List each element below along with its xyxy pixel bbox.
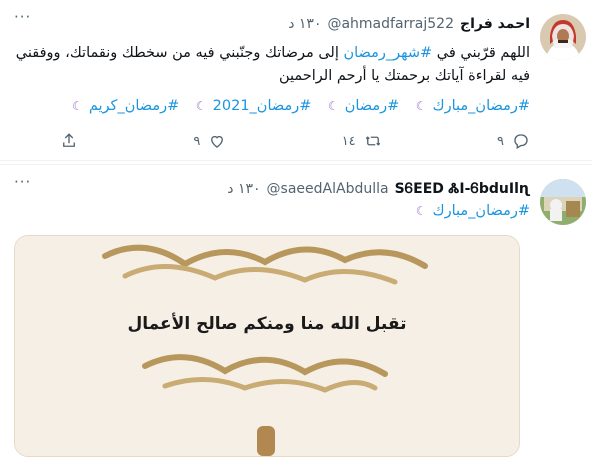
avatar[interactable]: [540, 14, 586, 60]
retweet-count: ١٤: [341, 133, 356, 149]
tweet-image[interactable]: تقبل الله منا ومنكم صالح الأعمال: [14, 235, 520, 457]
hashtag-list: #رمضان_مبارك☾ #رمضان☾ #رمضان_2021☾ #رمضا…: [14, 98, 530, 114]
crescent-moon-icon: ☾: [195, 99, 207, 113]
crescent-moon-icon: ☾: [415, 204, 427, 218]
author-name[interactable]: SᏮEED ᏜI-ᏮbduIlɳ: [395, 181, 530, 197]
tweet[interactable]: احمد فراج @ahmadfarraj522 ١٣٠ د ··· الله…: [0, 0, 592, 161]
crescent-moon-icon: ☾: [72, 99, 83, 113]
reply-count: ٩: [497, 133, 504, 149]
timestamp[interactable]: ١٣٠ د: [288, 16, 321, 32]
like-count: ٩: [193, 133, 201, 149]
like-button[interactable]: ٩: [193, 132, 226, 150]
more-icon[interactable]: ···: [14, 173, 31, 191]
share-icon: [60, 132, 78, 150]
crescent-moon-icon: ☾: [415, 99, 427, 113]
hashtag-item[interactable]: #رمضان_مبارك☾: [410, 203, 530, 219]
timestamp[interactable]: ١٣٠ د: [227, 181, 260, 197]
author-name[interactable]: احمد فراج: [460, 16, 530, 32]
hashtag-item[interactable]: #رمضان_مبارك☾: [410, 98, 530, 114]
tweet[interactable]: SᏮEED ᏜI-ᏮbduIlɳ @saeedAlAbdulla ١٣٠ د ·…: [0, 164, 592, 457]
avatar[interactable]: [540, 179, 586, 225]
retweet-icon: [364, 132, 382, 150]
tweet-text-prefix: اللهم قرّبني في: [432, 45, 530, 61]
reply-button[interactable]: ٩: [497, 132, 530, 150]
retweet-button[interactable]: ١٤: [342, 132, 382, 150]
hashtag-list: #رمضان_مبارك☾: [14, 203, 530, 219]
hashtag-link[interactable]: #شهر_رمضان: [343, 45, 432, 61]
hashtag-item[interactable]: #رمضان_2021☾: [190, 98, 311, 114]
author-handle[interactable]: @ahmadfarraj522: [327, 16, 454, 32]
more-icon[interactable]: ···: [14, 8, 31, 26]
crescent-moon-icon: ☾: [327, 99, 339, 113]
hashtag-item[interactable]: #رمضان_كريم☾: [66, 98, 179, 114]
tweet-actions: ٩ ١٤ ٩: [60, 132, 530, 150]
author-handle[interactable]: @saeedAlAbdulla: [267, 181, 389, 197]
like-icon: [208, 132, 226, 150]
tweet-text: اللهم قرّبني في #شهر_رمضان إلى مرضاتك وج…: [14, 42, 530, 88]
share-button[interactable]: [60, 132, 78, 150]
hashtag-item[interactable]: #رمضان☾: [322, 98, 399, 114]
image-caption-text: تقبل الله منا ومنكم صالح الأعمال: [127, 314, 407, 334]
reply-icon: [512, 132, 530, 150]
